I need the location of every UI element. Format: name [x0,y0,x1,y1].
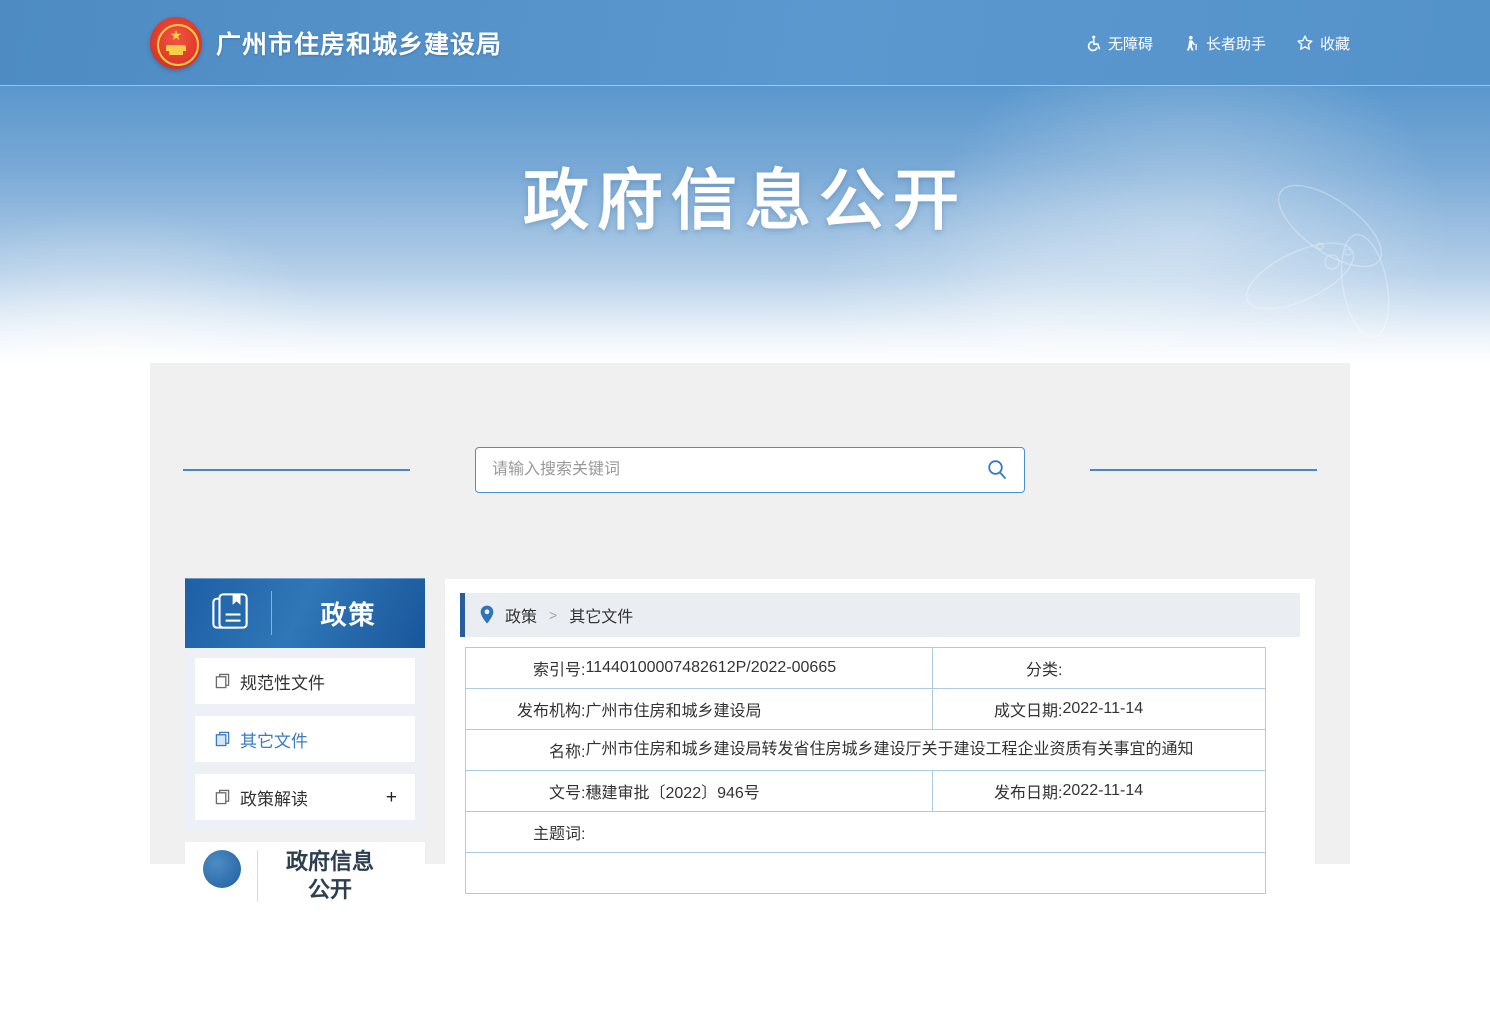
written-date-value: 2022-11-14 [1063,689,1266,730]
table-row: 主题词: [466,812,1266,853]
sidebar-item-policy-interpretation[interactable]: 政策解读 + [195,774,415,820]
doc-number-value: 穗建审批〔2022〕946号 [586,771,933,812]
breadcrumb-home[interactable]: 政策 [505,603,537,627]
title-value: 广州市住房和城乡建设局转发省住房城乡建设厅关于建设工程企业资质有关事宜的通知 [586,730,1266,771]
title-label: 名称: [466,730,586,771]
publish-date-value: 2022-11-14 [1063,771,1266,812]
decor-line-left [183,469,410,471]
sidebar-section2-title: 政府信息公开 [280,848,380,903]
page-title: 政府信息公开 [0,86,1490,235]
search-box [475,447,1025,493]
top-header-bar: ★ 广州市住房和城乡建设局 无障碍 [0,0,1490,86]
index-number-value: 11440100007482612P/2022-00665 [586,648,933,689]
table-row: 索引号: 11440100007482612P/2022-00665 分类: [466,648,1266,689]
sidebar-item-normative-docs[interactable]: 规范性文件 [195,658,415,704]
keywords-value [586,812,1266,853]
category-label: 分类: [933,648,1063,689]
search-section [150,447,1350,493]
table-row: 发布机构: 广州市住房和城乡建设局 成文日期: 2022-11-14 [466,689,1266,730]
expand-plus-icon[interactable]: + [386,788,397,807]
top-utility-links: 无障碍 长者助手 收藏 [1084,33,1350,54]
sidebar-menu: 规范性文件 其它文件 政策解读 [185,648,425,832]
sidebar-section-policy[interactable]: 政策 [185,578,425,648]
search-button[interactable] [980,448,1014,492]
site-title: 广州市住房和城乡建设局 [216,25,502,61]
sidebar-item-other-docs[interactable]: 其它文件 [195,716,415,762]
publisher-label: 发布机构: [466,689,586,730]
table-row: 文号: 穗建审批〔2022〕946号 发布日期: 2022-11-14 [466,771,1266,812]
accessibility-icon [1084,34,1102,52]
doc-icon [215,731,230,747]
breadcrumb-separator: > [549,607,557,623]
sidebar: 政策 规范性文件 其它文件 [185,578,425,922]
category-value [1063,648,1266,689]
national-emblem-logo: ★ [150,17,202,69]
written-date-label: 成文日期: [933,689,1063,730]
content-wrapper: 政策 规范性文件 其它文件 [150,363,1350,864]
elder-icon [1183,34,1200,52]
sidebar-section-gov-info[interactable]: 政府信息公开 [185,842,425,922]
search-input[interactable] [476,448,1024,492]
main-content-panel: 政策 > 其它文件 索引号: 11440100007482612P/2022-0… [445,579,1315,1009]
doc-icon [215,673,230,689]
breadcrumb: 政策 > 其它文件 [460,593,1300,637]
publisher-value: 广州市住房和城乡建设局 [586,689,933,730]
breadcrumb-current: 其它文件 [569,603,633,627]
book-icon [209,590,251,637]
decor-line-right [1090,469,1317,471]
sidebar-section-title: 政策 [272,595,425,632]
star-icon [1296,34,1314,52]
keywords-label: 主题词: [466,812,586,853]
index-number-label: 索引号: [466,648,586,689]
publish-date-label: 发布日期: [933,771,1063,812]
search-icon [986,458,1008,483]
table-row [466,853,1266,894]
accessibility-link[interactable]: 无障碍 [1084,33,1153,54]
location-pin-icon [479,605,495,625]
document-meta-table: 索引号: 11440100007482612P/2022-00665 分类: 发… [465,647,1266,894]
table-row: 名称: 广州市住房和城乡建设局转发省住房城乡建设厅关于建设工程企业资质有关事宜的… [466,730,1266,771]
doc-icon [215,789,230,805]
doc-number-label: 文号: [466,771,586,812]
elder-assistant-link[interactable]: 长者助手 [1183,33,1266,54]
page-banner: 政府信息公开 [0,86,1490,363]
gov-info-icon [203,850,241,888]
favorite-link[interactable]: 收藏 [1296,33,1350,54]
